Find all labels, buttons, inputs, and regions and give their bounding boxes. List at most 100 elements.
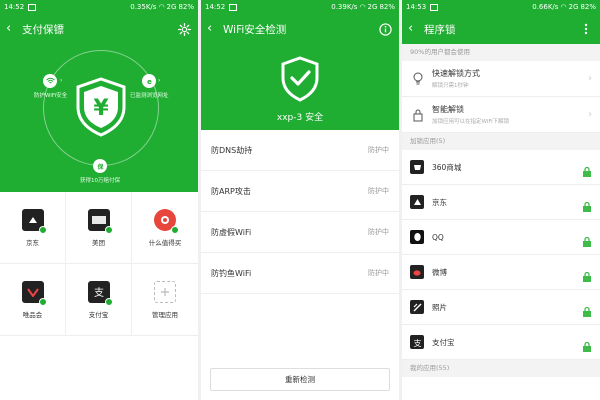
lock-icon[interactable] bbox=[582, 267, 592, 282]
notification-icon bbox=[430, 3, 439, 11]
protection-label: 防DNS劫持 bbox=[211, 145, 253, 155]
title-bar: ‹ 支付保镖 bbox=[0, 14, 198, 44]
status-time: 14:52 bbox=[205, 3, 226, 11]
retest-button[interactable]: 重新检测 bbox=[210, 368, 390, 391]
back-arrow-icon[interactable]: ‹ bbox=[408, 14, 424, 44]
locked-app-row[interactable]: 微博 bbox=[402, 255, 600, 290]
option-title: 智能解锁 bbox=[432, 105, 464, 114]
insurance-node-label: 获得10万赔付保 bbox=[80, 178, 120, 184]
wifi-status-icon: ◠ bbox=[560, 3, 567, 11]
locked-app-row[interactable]: QQ bbox=[402, 220, 600, 255]
app-cell[interactable]: 什么值得买 bbox=[132, 192, 198, 264]
app-cell[interactable]: 支 支付宝 bbox=[66, 264, 132, 336]
add-app-icon bbox=[154, 280, 176, 303]
photos-app-icon bbox=[410, 300, 424, 314]
alipay-app-icon: 支 bbox=[87, 280, 113, 306]
notification-icon bbox=[28, 3, 37, 11]
status-bar: 14:52 0.35K/s ◠ 2G 82% bbox=[0, 0, 198, 14]
usage-notice: 90%的用户都会使用 bbox=[402, 44, 600, 61]
protection-state: 防护中 bbox=[368, 228, 389, 236]
svg-text:e: e bbox=[147, 78, 152, 86]
protected-check-icon bbox=[104, 297, 113, 306]
protection-list: 防DNS劫持 防护中 防ARP攻击 防护中 防虚假WiFi 防护中 防钓鱼WiF… bbox=[201, 130, 399, 294]
wifi-lock-icon bbox=[410, 107, 426, 123]
network-status: xxp-3 安全 bbox=[276, 113, 324, 123]
smzdm-app-icon bbox=[154, 208, 179, 234]
svg-text:支: 支 bbox=[94, 287, 104, 298]
jd-app-icon bbox=[21, 208, 47, 234]
lock-icon[interactable] bbox=[582, 232, 592, 247]
notification-icon bbox=[229, 3, 238, 11]
title-bar: ‹ WiFi安全检测 bbox=[201, 14, 399, 44]
back-arrow-icon[interactable]: ‹ bbox=[6, 14, 22, 44]
smart-unlock-option[interactable]: 智能解锁 加锁应用可以在指定WiFi下解锁 › bbox=[402, 97, 600, 133]
status-bar: 14:53 0.66K/s ◠ 2G 82% bbox=[402, 0, 600, 14]
back-arrow-icon[interactable]: ‹ bbox=[207, 14, 223, 44]
status-net-speed: 0.66K/s bbox=[532, 3, 559, 11]
wifi-node-icon bbox=[43, 74, 57, 88]
screen-payment-guard: 14:52 0.35K/s ◠ 2G 82% ‹ 支付保镖 ¥ › 防护WiFi… bbox=[0, 0, 198, 400]
wifi-node-arrow-icon: › bbox=[60, 77, 63, 84]
option-title: 快速解锁方式 bbox=[432, 69, 480, 78]
option-subtitle: 解锁只需1秒钟 bbox=[432, 83, 469, 89]
lock-icon[interactable] bbox=[582, 197, 592, 212]
page-title: WiFi安全检测 bbox=[223, 23, 287, 36]
app-label: 美团 bbox=[92, 238, 105, 247]
lock-icon[interactable] bbox=[582, 337, 592, 352]
app-name: 照片 bbox=[432, 302, 447, 312]
weibo-app-icon bbox=[410, 265, 424, 279]
protection-label: 防钓鱼WiFi bbox=[211, 268, 252, 278]
locked-app-row[interactable]: 支 支付宝 bbox=[402, 325, 600, 360]
settings-gear-icon[interactable] bbox=[176, 21, 192, 37]
lock-icon[interactable] bbox=[582, 162, 592, 177]
quick-unlock-option[interactable]: 快速解锁方式 解锁只需1秒钟 › bbox=[402, 61, 600, 97]
protection-state: 防护中 bbox=[368, 146, 389, 154]
screen-wifi-check: 14:52 0.39K/s ◠ 2G 82% ‹ WiFi安全检测 xxp-3 … bbox=[201, 0, 399, 400]
protection-item: 防DNS劫持 防护中 bbox=[201, 130, 399, 171]
svg-text:保: 保 bbox=[96, 163, 104, 171]
status-bar: 14:52 0.39K/s ◠ 2G 82% bbox=[201, 0, 399, 14]
svg-text:支: 支 bbox=[413, 338, 421, 347]
page-title: 程序锁 bbox=[424, 23, 456, 36]
browser-node-icon: e bbox=[142, 74, 156, 88]
manage-apps-cell[interactable]: 管理应用 bbox=[132, 264, 198, 336]
status-net-speed: 0.35K/s bbox=[130, 3, 157, 11]
browser-node-label: 已监测浏览网址 bbox=[130, 93, 169, 99]
app-name: QQ bbox=[432, 232, 444, 242]
locked-app-row[interactable]: 360商城 bbox=[402, 150, 600, 185]
jd-app-icon bbox=[410, 195, 424, 209]
app-cell[interactable]: 唯品会 bbox=[0, 264, 66, 336]
alipay-app-icon: 支 bbox=[410, 335, 424, 349]
wifi-status-icon: ◠ bbox=[359, 3, 366, 11]
info-icon[interactable] bbox=[377, 21, 393, 37]
protection-label: 防虚假WiFi bbox=[211, 227, 252, 237]
app-cell[interactable]: 京东 bbox=[0, 192, 66, 264]
protection-state: 防护中 bbox=[368, 187, 389, 195]
qq-app-icon bbox=[410, 230, 424, 244]
protected-check-icon bbox=[171, 225, 179, 234]
lock-icon[interactable] bbox=[582, 302, 592, 317]
status-battery: 82% bbox=[580, 3, 596, 11]
app-name: 京东 bbox=[432, 197, 447, 207]
app-label: 什么值得买 bbox=[148, 238, 182, 247]
screen-app-lock: 14:53 0.66K/s ◠ 2G 82% ‹ 程序锁 90%的用户都会使用 … bbox=[402, 0, 600, 400]
protection-hero: ¥ › 防护WiFi安全 e › 已监测浏览网址 保 获得10万赔付保 bbox=[0, 44, 198, 192]
status-net-speed: 0.39K/s bbox=[331, 3, 358, 11]
status-signal: 2G bbox=[166, 3, 177, 11]
locked-app-row[interactable]: 京东 bbox=[402, 185, 600, 220]
browser-node-arrow-icon: › bbox=[158, 77, 161, 84]
app-name: 360商城 bbox=[432, 162, 462, 172]
locked-app-row[interactable]: 照片 bbox=[402, 290, 600, 325]
protection-state: 防护中 bbox=[368, 269, 389, 277]
protection-item: 防钓鱼WiFi 防护中 bbox=[201, 253, 399, 294]
protection-item: 防虚假WiFi 防护中 bbox=[201, 212, 399, 253]
more-menu-icon[interactable] bbox=[578, 21, 594, 37]
status-battery: 82% bbox=[379, 3, 395, 11]
locked-apps-header: 加锁应用(5) bbox=[402, 133, 600, 150]
app-cell[interactable]: 美团 bbox=[66, 192, 132, 264]
title-bar: ‹ 程序锁 bbox=[402, 14, 600, 44]
lightbulb-icon bbox=[410, 71, 426, 87]
app-label: 京东 bbox=[26, 238, 39, 247]
protection-label: 防ARP攻击 bbox=[211, 186, 251, 196]
my-apps-header: 我的应用(55) bbox=[402, 360, 600, 377]
